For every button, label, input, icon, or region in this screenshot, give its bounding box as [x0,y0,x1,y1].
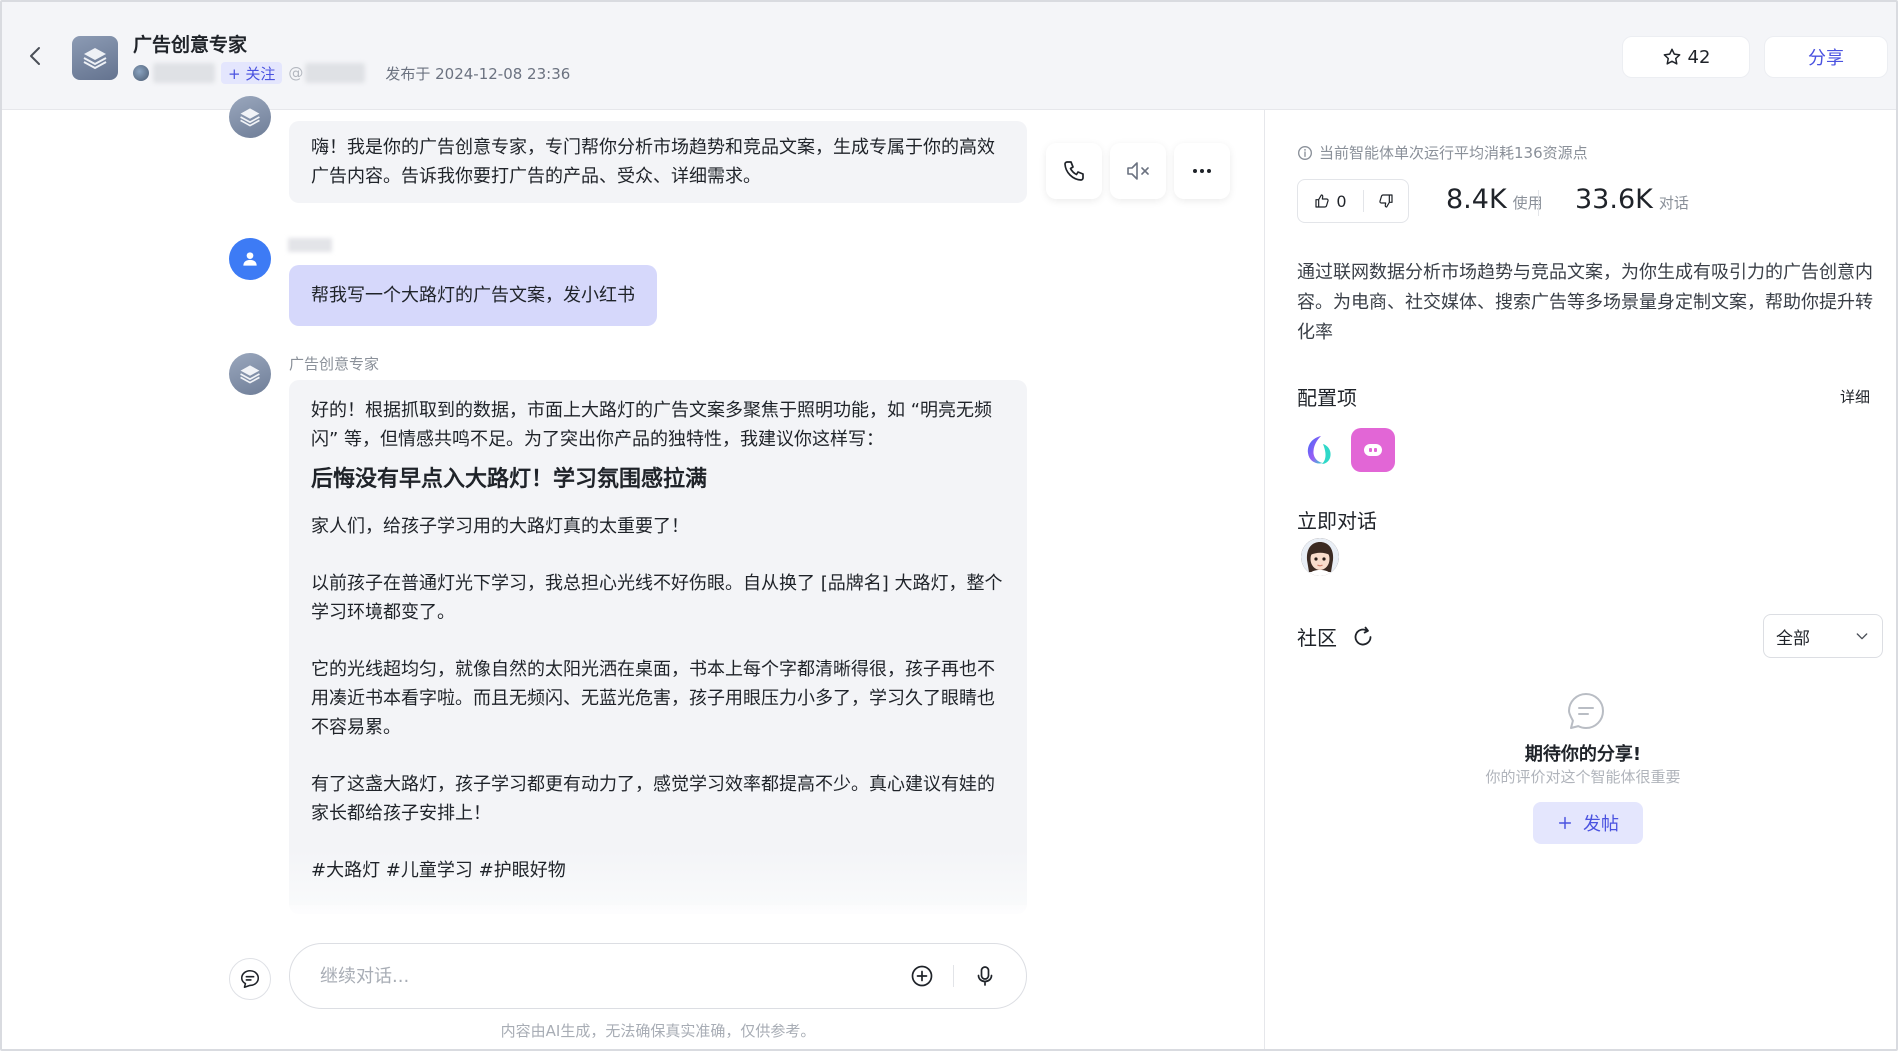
chat-input-box[interactable] [289,943,1027,1009]
microphone-icon [977,966,993,986]
agent-name: 广告创意专家 [133,34,248,56]
thumb-down-icon [1379,194,1393,208]
voice-input-button[interactable] [972,963,998,989]
reply-tags: #大路灯 #儿童学习 #护眼好物 [311,860,566,881]
author-handle-prefix: @ [288,64,304,82]
bot-avatar [229,353,271,395]
more-button[interactable] [1174,143,1230,199]
dialog-stat: 33.6K 对话 [1575,184,1689,215]
community-empty-subtitle: 你的评价对这个智能体很重要 [1485,768,1681,786]
user-icon [243,252,257,266]
reply-intro: 好的！根据抓取到的数据，市面上大路灯的广告文案多聚焦于照明功能，如 “明亮无频闪… [311,400,993,450]
input-divider [953,965,954,987]
add-circle-icon [911,965,933,987]
refresh-icon[interactable] [1351,625,1375,649]
reply-headline: 后悔没有早点入大路灯！学习氛围感拉满 [311,467,708,492]
mute-icon [1127,162,1149,180]
layers-icon [240,365,260,384]
star-icon [1663,48,1680,65]
bot-avatar [229,96,271,138]
user-name-blurred [288,238,332,252]
plus-icon [1558,816,1572,830]
user-message: 帮我写一个大路灯的广告文案，发小红书 [289,265,657,326]
agent-description: 通过联网数据分析市场趋势与竞品文案，为你生成有吸引力的广告创意内容。为电商、社交… [1297,262,1873,343]
usage-count: 8.4K [1446,184,1507,215]
ai-disclaimer: 内容由AI生成，无法确保真实准确，仅供参考。 [500,1022,816,1040]
back-arrow-icon[interactable] [24,44,48,68]
voice-character-avatar[interactable] [1301,538,1339,576]
create-post-button[interactable]: 发帖 [1533,802,1643,844]
follow-button[interactable]: + 关注 [221,62,283,84]
plugin-config-item[interactable] [1351,428,1395,472]
header-bar: 广告创意专家 + 关注 @ 发布于 2024-12-08 23:36 42 分享 [2,2,1896,110]
like-button[interactable]: 0 [1298,192,1363,211]
chat-tool-button[interactable] [229,958,271,1000]
agent-info-panel: 当前智能体单次运行平均消耗136资源点 0 8.4K 使用 33.6K 对话 通… [1264,110,1896,1049]
stat-divider [1538,190,1539,216]
chat-tool-icon [240,969,260,989]
like-count: 0 [1336,191,1347,211]
create-post-label: 发帖 [1583,814,1619,835]
layers-icon [83,48,107,70]
cost-note-text: 当前智能体单次运行平均消耗136资源点 [1319,144,1588,162]
thumb-up-icon [1315,194,1330,208]
filter-selected-value: 全部 [1776,628,1810,649]
author-name-blurred [153,63,215,83]
reply-sender-name: 广告创意专家 [289,355,380,373]
dialog-unit: 对话 [1658,194,1689,212]
usage-stat: 8.4K 使用 [1446,184,1543,215]
publish-time: 发布于 2024-12-08 23:36 [385,64,571,83]
cost-note: 当前智能体单次运行平均消耗136资源点 [1297,142,1588,163]
favorite-count: 42 [1687,46,1711,68]
model-config-item[interactable] [1297,428,1341,472]
reply-paragraph: 有了这盏大路灯，孩子学习都更有动力了，感觉学习效率都提高不少。真心建议有娃的家长… [311,774,995,824]
scroll-fade [282,905,1042,929]
dialog-count: 33.6K [1575,184,1653,215]
community-section-title: 社区 [1297,626,1337,650]
community-filter-select[interactable]: 全部 [1763,614,1883,658]
bot-greeting-message: 嗨！我是你的广告创意专家，专门帮你分析市场趋势和竞品文案，生成专属于你的高效广告… [289,121,1027,203]
chevron-down-icon [1856,633,1868,640]
empty-chat-icon [1568,693,1604,729]
dislike-button[interactable] [1364,193,1408,209]
chat-input[interactable] [320,965,909,987]
reply-paragraph: 以前孩子在普通灯光下学习，我总担心光线不好伤眼。自从换了 [品牌名] 大路灯，整… [311,573,1003,623]
phone-icon [1064,161,1084,181]
layers-icon [240,108,260,127]
more-icon [1193,169,1211,173]
config-detail-link[interactable]: 详细 [1840,386,1870,407]
reply-paragraph: 家人们，给孩子学习用的大路灯真的太重要了！ [311,516,689,537]
agent-avatar [72,36,118,80]
app-window: 广告创意专家 + 关注 @ 发布于 2024-12-08 23:36 42 分享 [0,0,1898,1051]
config-section-title: 配置项 [1297,386,1357,410]
plugin-icon [1364,444,1382,456]
vote-box: 0 [1297,179,1409,223]
model-logo-icon [1307,436,1331,464]
character-face-icon [1301,538,1339,576]
favorite-button[interactable]: 42 [1622,36,1750,78]
reply-paragraph: 它的光线超均匀，就像自然的太阳光洒在桌面，书本上每个字都清晰得很，孩子再也不用凑… [311,659,995,738]
info-icon [1298,145,1312,160]
author-meta: + 关注 @ 发布于 2024-12-08 23:36 [133,62,570,84]
author-handle-blurred [305,63,366,83]
community-empty-title: 期待你的分享! [1524,744,1642,765]
author-avatar [133,65,149,81]
bot-reply-message: 好的！根据抓取到的数据，市面上大路灯的广告文案多聚焦于照明功能，如 “明亮无频闪… [289,380,1027,914]
talk-section-title: 立即对话 [1297,509,1377,533]
share-button[interactable]: 分享 [1764,36,1888,78]
user-avatar [229,238,271,280]
add-attachment-button[interactable] [909,963,935,989]
chat-area: 嗨！我是你的广告创意专家，专门帮你分析市场趋势和竞品文案，生成专属于你的高效广告… [2,96,1264,1049]
call-button[interactable] [1046,143,1102,199]
mute-button[interactable] [1110,143,1166,199]
